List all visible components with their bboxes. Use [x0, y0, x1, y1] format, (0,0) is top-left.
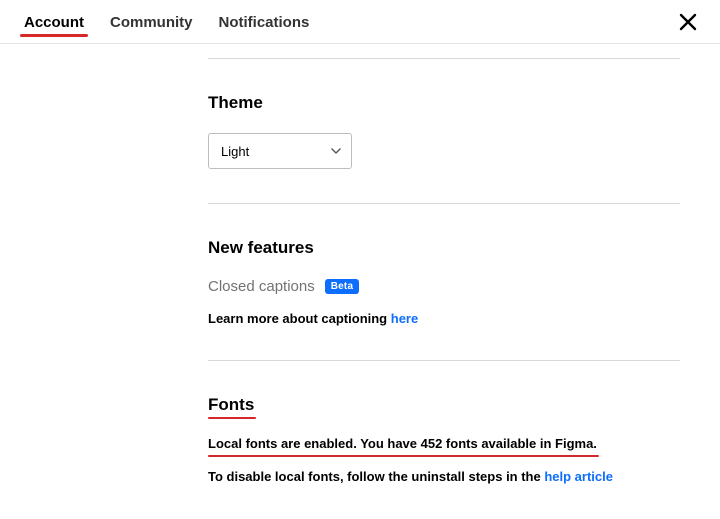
fonts-status-text: Local fonts are enabled. You have 452 fo… — [208, 436, 597, 451]
close-button[interactable] — [676, 10, 700, 34]
settings-content: Theme Light New features Closed captions… — [0, 44, 720, 518]
fonts-title: Fonts — [208, 395, 254, 415]
tab-community[interactable]: Community — [110, 14, 193, 43]
fonts-section: Fonts Local fonts are enabled. You have … — [208, 361, 680, 518]
closed-captions-label: Closed captions — [208, 278, 315, 295]
tab-community-label: Community — [110, 14, 193, 31]
fonts-disable-text: To disable local fonts, follow the unins… — [208, 469, 544, 484]
chevron-down-icon — [331, 146, 341, 156]
annotation-underline — [208, 455, 599, 458]
close-icon — [676, 10, 700, 34]
tab-account[interactable]: Account — [24, 14, 84, 43]
tab-notifications[interactable]: Notifications — [219, 14, 310, 43]
active-tab-underline — [20, 34, 88, 37]
fonts-title-text: Fonts — [208, 395, 254, 414]
theme-select[interactable]: Light — [208, 133, 352, 169]
captioning-learn-more-link[interactable]: here — [391, 311, 418, 326]
fonts-disable-row: To disable local fonts, follow the unins… — [208, 469, 680, 484]
new-features-title: New features — [208, 238, 314, 258]
tab-bar: Account Community Notifications — [0, 0, 720, 44]
new-features-section: New features Closed captions Beta Learn … — [208, 204, 680, 360]
tab-notifications-label: Notifications — [219, 14, 310, 31]
fonts-help-article-link[interactable]: help article — [544, 469, 613, 484]
fonts-status-row: Local fonts are enabled. You have 452 fo… — [208, 435, 597, 453]
captioning-learn-more-text: Learn more about captioning — [208, 311, 391, 326]
tab-account-label: Account — [24, 14, 84, 31]
closed-captions-row: Closed captions Beta — [208, 278, 680, 295]
theme-select-value: Light — [221, 144, 249, 159]
captioning-learn-more: Learn more about captioning here — [208, 311, 680, 326]
theme-title: Theme — [208, 93, 263, 113]
annotation-underline — [208, 417, 256, 420]
beta-badge: Beta — [325, 279, 359, 294]
theme-section: Theme Light — [208, 59, 680, 203]
